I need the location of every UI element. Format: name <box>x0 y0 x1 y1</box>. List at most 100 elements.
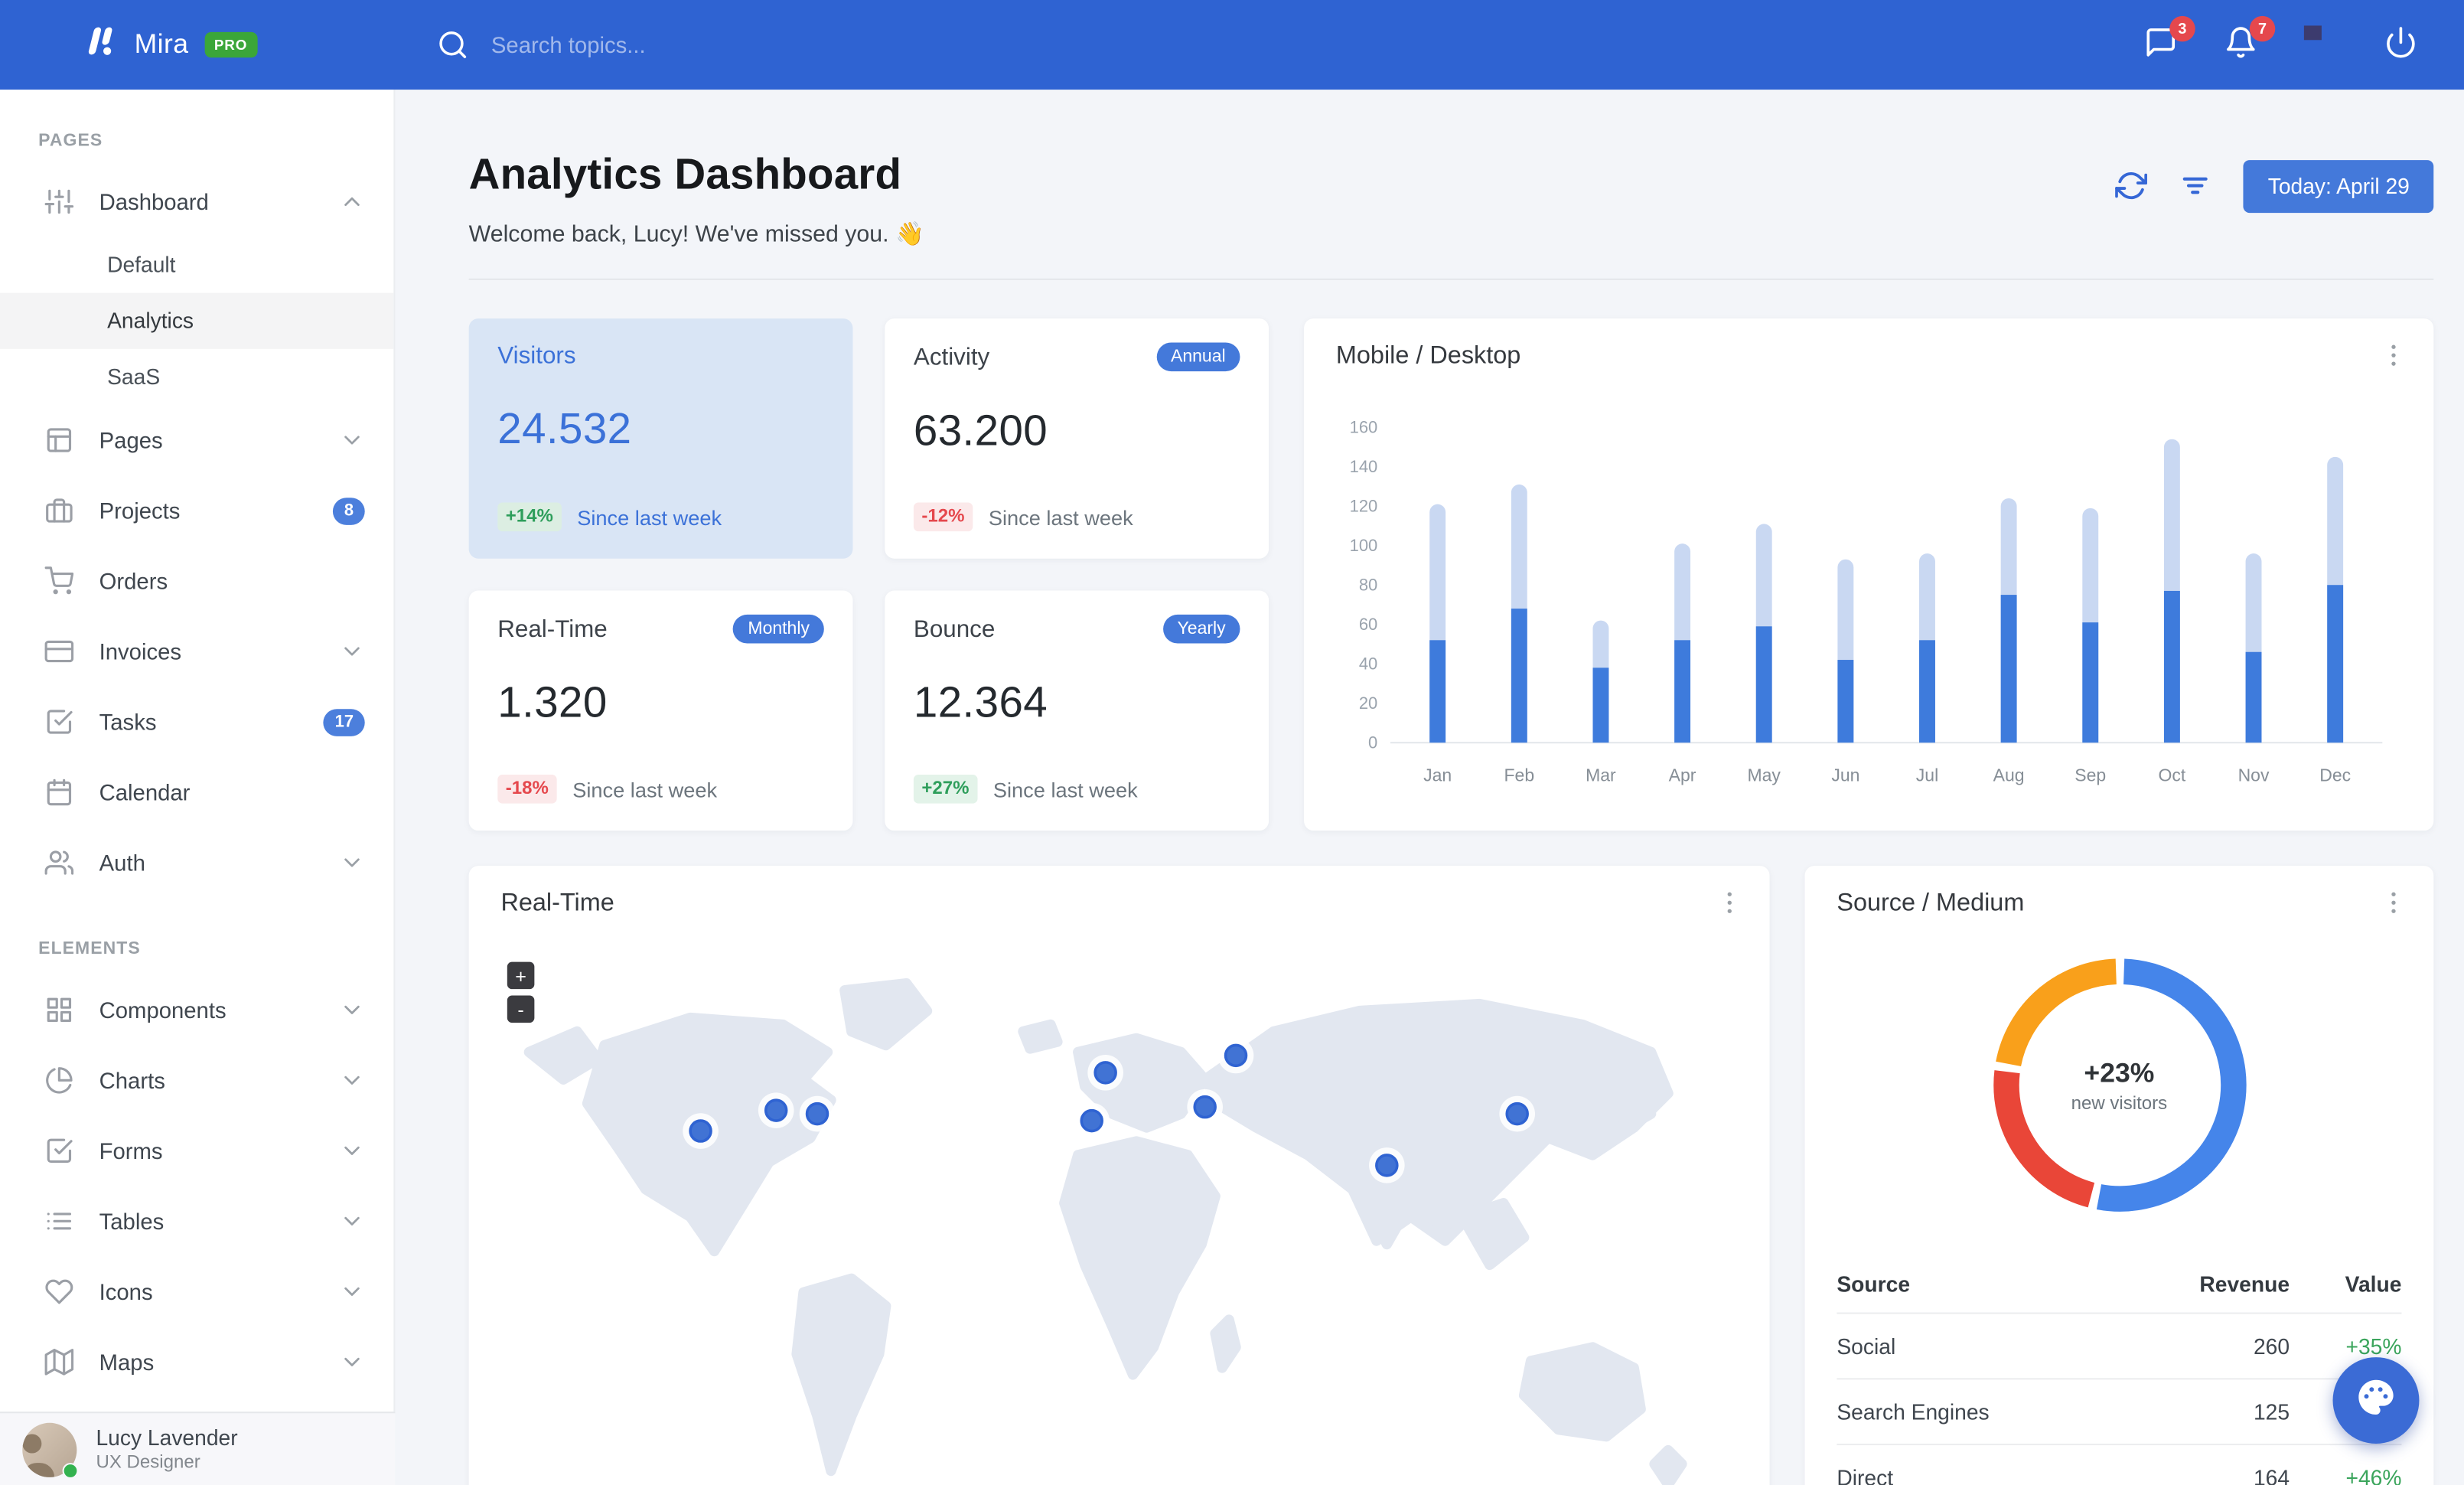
users-icon <box>44 848 74 877</box>
sidebar-item-auth[interactable]: Auth <box>0 827 393 898</box>
stat-caption: Since last week <box>988 504 1133 530</box>
search-icon <box>437 29 469 61</box>
stat-delta-chip: -12% <box>913 502 973 532</box>
sidebar-item-badge: 17 <box>324 708 365 736</box>
messages-button[interactable]: 3 <box>2144 15 2195 64</box>
sidebar-item-charts[interactable]: Charts <box>0 1045 393 1115</box>
pro-badge: PRO <box>204 31 257 58</box>
map-zoom-out-button[interactable]: - <box>507 995 535 1023</box>
source-revenue: 164 <box>2253 1465 2290 1485</box>
sidebar-section-label: PAGES <box>38 131 103 151</box>
sidebar-item-label: Charts <box>99 1067 165 1094</box>
theme-settings-fab[interactable] <box>2332 1357 2420 1444</box>
svg-text:Mar: Mar <box>1586 765 1616 785</box>
map-marker[interactable] <box>1187 1088 1223 1125</box>
check-square-icon <box>45 1137 74 1166</box>
col-value: Value <box>2345 1271 2402 1296</box>
sidebar-item-invoices[interactable]: Invoices <box>0 616 393 687</box>
stat-delta-chip: +14% <box>497 502 562 532</box>
source-table-row: Direct 164 +46% <box>1837 1443 2402 1485</box>
chart-menu-kebab-icon[interactable] <box>2379 341 2411 373</box>
svg-text:0: 0 <box>1368 733 1377 752</box>
map-menu-kebab-icon[interactable] <box>1715 888 1747 920</box>
map-zoom-in-button[interactable]: + <box>507 961 535 990</box>
chevron-down-icon <box>339 1138 364 1164</box>
map-marker[interactable] <box>683 1113 719 1149</box>
sidebar-item-orders[interactable]: Orders <box>0 546 393 616</box>
grid-icon <box>45 996 74 1025</box>
source-menu-kebab-icon[interactable] <box>2379 888 2411 920</box>
chevron-down-icon <box>339 1209 364 1234</box>
date-range-button[interactable]: Today: April 29 <box>2244 160 2434 214</box>
col-source: Source <box>1837 1271 1911 1296</box>
source-value: +46% <box>2345 1465 2402 1485</box>
sidebar-item-label: Pages <box>99 427 163 453</box>
sidebar-item-badge: 8 <box>333 497 365 524</box>
stat-value: 63.200 <box>913 406 1048 455</box>
source-table: Source Revenue Value Social 260 +35% Search En… <box>1837 1255 2402 1485</box>
svg-text:Sep: Sep <box>2075 765 2106 785</box>
chevron-down-icon <box>339 427 364 452</box>
sidebar-item-projects[interactable]: Projects 8 <box>0 475 393 546</box>
stat-card-bounce: Bounce Yearly 12.364 +27% Since last week <box>885 590 1269 831</box>
map-marker[interactable] <box>1499 1095 1536 1132</box>
source-table-row: Social 260 +35% <box>1837 1312 2402 1379</box>
stat-card-visitors: Visitors 24.532 +14% Since last week <box>468 318 853 559</box>
donut-center-label: +23% new visitors <box>2071 1057 2168 1114</box>
credit-card-icon <box>44 637 74 666</box>
sidebar-item-icons[interactable]: Icons <box>0 1256 393 1327</box>
svg-text:Aug: Aug <box>1993 765 2025 785</box>
sidebar-item-dashboard[interactable]: Dashboard <box>0 166 393 237</box>
sidebar-item-tables[interactable]: Tables <box>0 1186 393 1256</box>
filter-button[interactable] <box>2180 169 2215 204</box>
sidebar-item-label: Orders <box>99 568 168 594</box>
realtime-map-card: Real-Time + - <box>468 866 1770 1485</box>
stat-period-badge: Yearly <box>1162 614 1240 644</box>
sidebar-item-label: Icons <box>99 1278 153 1305</box>
chevron-down-icon <box>339 1068 364 1093</box>
sidebar-item-pages[interactable]: Pages <box>0 405 393 475</box>
sidebar-subitem-saas[interactable]: SaaS <box>0 349 393 405</box>
search-input[interactable] <box>487 30 904 60</box>
stat-title: Activity <box>913 343 990 371</box>
chart-card-title: Mobile / Desktop <box>1335 342 1521 370</box>
svg-text:May: May <box>1748 765 1781 785</box>
language-flag-button[interactable] <box>2304 25 2342 64</box>
sidebar-subitem-default[interactable]: Default <box>0 237 393 292</box>
calendar-icon <box>45 778 74 807</box>
source-table-header: Source Revenue Value <box>1837 1255 2401 1312</box>
sign-out-button[interactable] <box>2384 25 2422 64</box>
stat-title: Visitors <box>497 342 576 370</box>
sidebar-subitem-analytics[interactable]: Analytics <box>0 292 394 349</box>
svg-text:Nov: Nov <box>2238 765 2270 785</box>
svg-text:Apr: Apr <box>1669 765 1696 785</box>
source-card-title: Source / Medium <box>1837 889 2025 918</box>
map-marker[interactable] <box>1369 1147 1405 1183</box>
notifications-button[interactable]: 7 <box>2224 15 2276 64</box>
map-marker[interactable] <box>1087 1055 1123 1091</box>
sidebar-item-forms[interactable]: Forms <box>0 1115 393 1186</box>
map-marker[interactable] <box>1074 1102 1110 1139</box>
mobile-desktop-card: Mobile / Desktop 0 20 40 60 80 100 120 140 160 Ja… <box>1304 318 2434 831</box>
top-navbar: Mira PRO 3 7 <box>0 0 2464 90</box>
source-revenue: 125 <box>2253 1399 2290 1424</box>
list-icon <box>45 1207 74 1236</box>
sidebar-user[interactable]: Lucy Lavender UX Designer <box>0 1412 396 1485</box>
sidebar-item-components[interactable]: Components <box>0 974 393 1045</box>
svg-text:40: 40 <box>1359 654 1377 674</box>
sidebar-item-label: Calendar <box>99 779 191 805</box>
map-marker[interactable] <box>799 1095 836 1132</box>
refresh-button[interactable] <box>2115 169 2151 204</box>
svg-text:160: 160 <box>1350 418 1378 437</box>
sidebar-item-calendar[interactable]: Calendar <box>0 757 393 827</box>
map-card-title: Real-Time <box>500 889 614 918</box>
svg-text:20: 20 <box>1359 694 1377 713</box>
map-icon <box>44 1348 74 1377</box>
sidebar-item-tasks[interactable]: Tasks 17 <box>0 687 393 757</box>
stat-card-real-time: Real-Time Monthly 1.320 -18% Since last week <box>468 590 853 831</box>
map-marker[interactable] <box>758 1092 794 1128</box>
sidebar-item-maps[interactable]: Maps <box>0 1327 393 1397</box>
map-marker[interactable] <box>1217 1037 1254 1074</box>
brand-link[interactable]: Mira PRO <box>0 20 395 70</box>
sidebar-item-label: Tables <box>99 1208 165 1235</box>
